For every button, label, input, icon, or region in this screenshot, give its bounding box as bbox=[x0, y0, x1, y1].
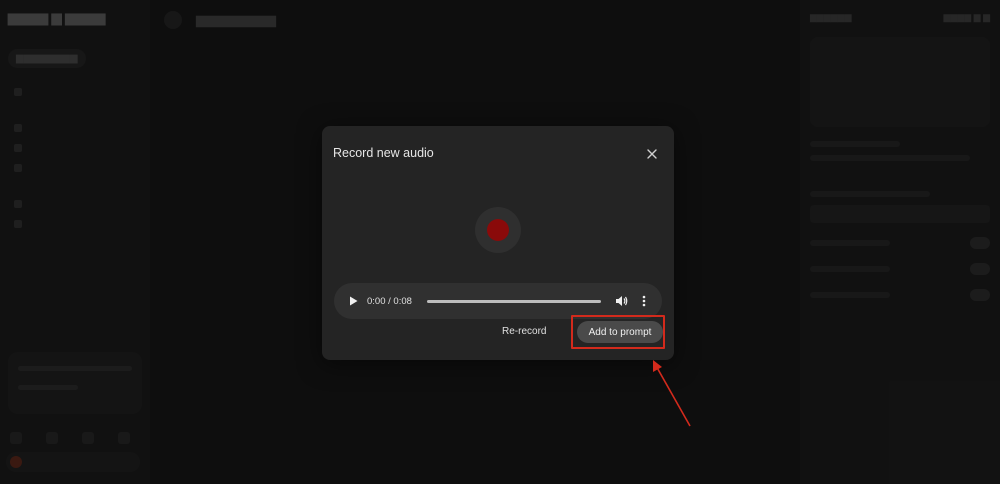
more-vert-icon bbox=[642, 295, 646, 307]
playback-time: 0:00 / 0:08 bbox=[367, 295, 412, 307]
more-options-button[interactable] bbox=[639, 294, 649, 308]
volume-icon bbox=[616, 296, 628, 306]
seek-bar[interactable] bbox=[426, 299, 601, 303]
dialog-title: Record new audio bbox=[333, 146, 434, 160]
rerecord-button[interactable]: Re-record bbox=[502, 322, 546, 340]
record-icon bbox=[487, 219, 509, 241]
play-icon bbox=[349, 296, 357, 306]
audio-player: 0:00 / 0:08 bbox=[334, 283, 662, 319]
volume-button[interactable] bbox=[615, 294, 629, 308]
play-button[interactable] bbox=[346, 294, 360, 308]
record-button[interactable] bbox=[475, 207, 521, 253]
annotation-arrow bbox=[653, 360, 691, 427]
close-icon bbox=[647, 149, 657, 159]
close-button[interactable] bbox=[644, 146, 660, 162]
annotation-highlight-box bbox=[571, 315, 665, 349]
